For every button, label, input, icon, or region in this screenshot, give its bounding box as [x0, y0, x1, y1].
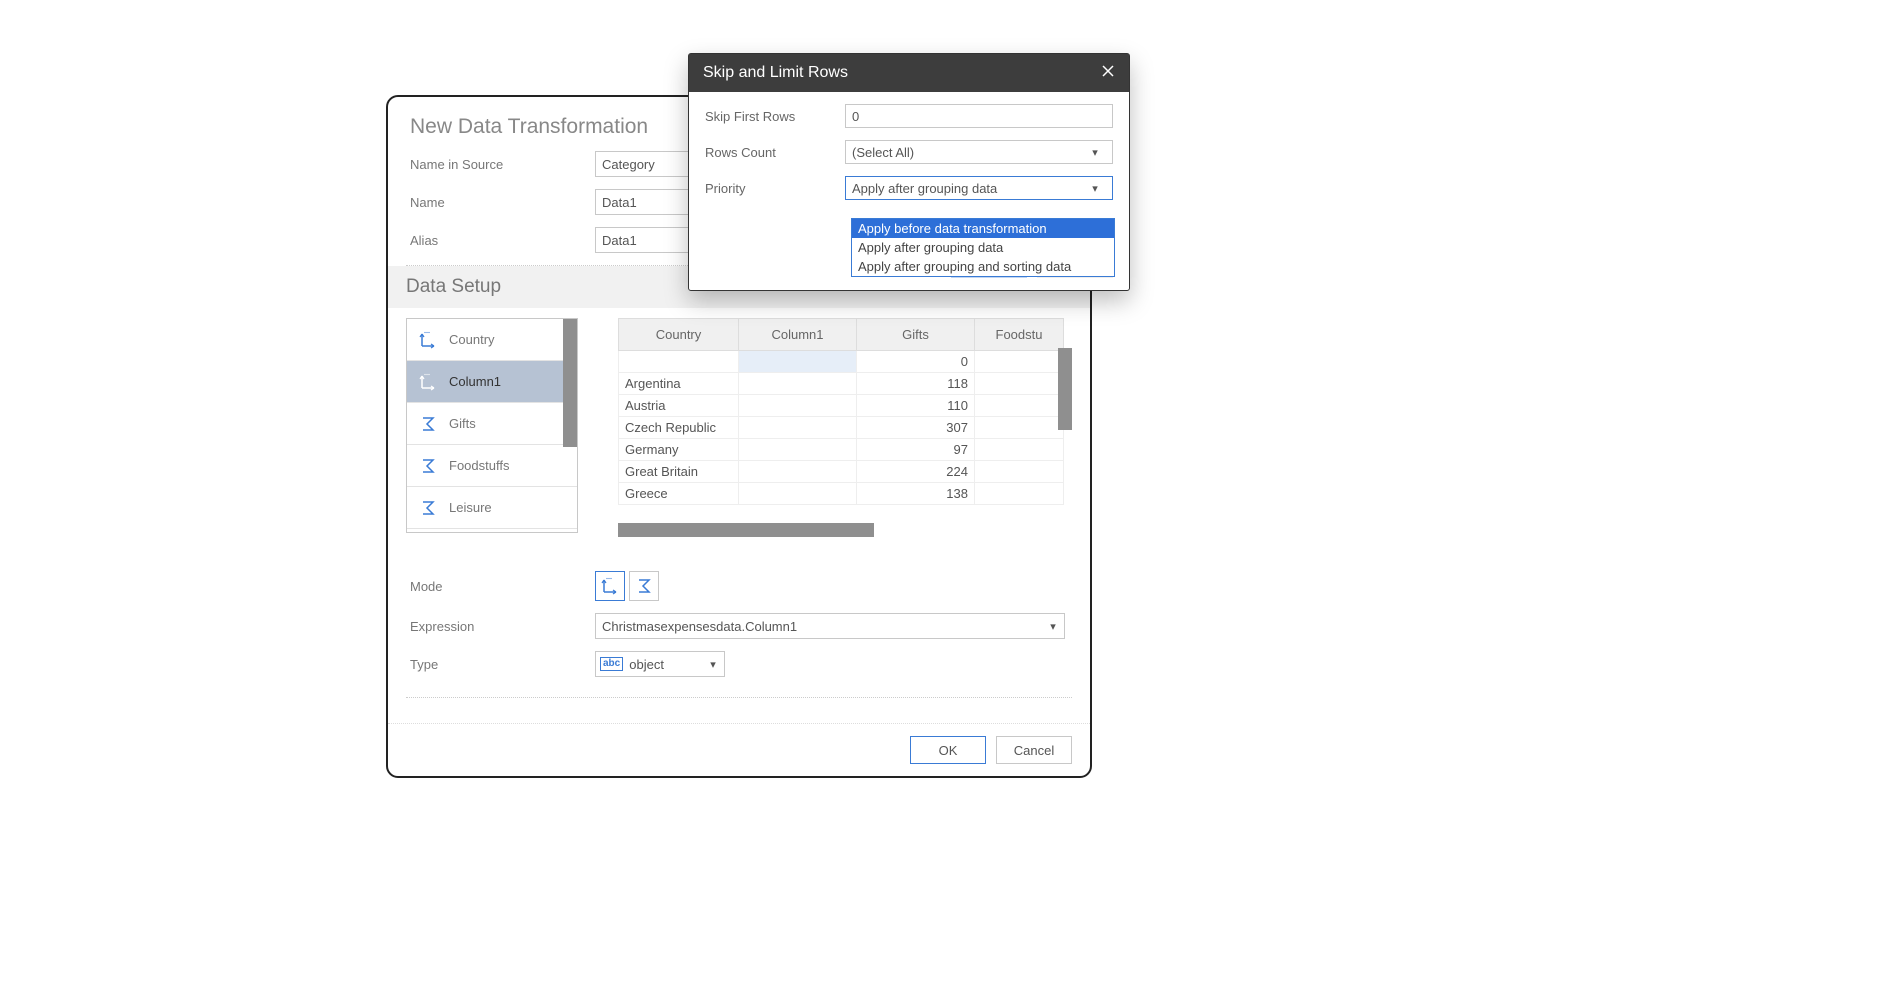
- close-icon[interactable]: [1101, 64, 1115, 82]
- mode-dimension-button[interactable]: [595, 571, 625, 601]
- column-list-label: Foodstuffs: [449, 458, 509, 473]
- table-cell[interactable]: Greece: [619, 483, 739, 505]
- column-list-item[interactable]: Column1: [407, 361, 577, 403]
- expression-combo[interactable]: Christmasexpensesdata.Column1 ▾: [595, 613, 1065, 639]
- table-cell[interactable]: 307: [857, 417, 975, 439]
- column-list-label: Gifts: [449, 416, 476, 431]
- table-cell[interactable]: [739, 439, 857, 461]
- table-cell[interactable]: [975, 351, 1064, 373]
- type-label: Type: [410, 657, 595, 672]
- priority-option[interactable]: Apply after grouping and sorting data: [852, 257, 1114, 276]
- table-cell[interactable]: 138: [857, 483, 975, 505]
- table-cell[interactable]: 0: [857, 351, 975, 373]
- priority-option[interactable]: Apply before data transformation: [852, 219, 1114, 238]
- sigma-icon: [634, 576, 654, 596]
- priority-value: Apply after grouping data: [852, 181, 997, 196]
- table-scrollbar-horizontal[interactable]: [618, 523, 874, 537]
- skip-first-rows-label: Skip First Rows: [705, 109, 835, 124]
- table-cell[interactable]: [739, 483, 857, 505]
- table-cell[interactable]: 97: [857, 439, 975, 461]
- mode-label: Mode: [410, 579, 595, 594]
- table-cell[interactable]: 224: [857, 461, 975, 483]
- chevron-down-icon[interactable]: ▾: [1042, 620, 1064, 633]
- column-list-item[interactable]: Gifts: [407, 403, 577, 445]
- priority-label: Priority: [705, 181, 835, 196]
- cancel-button[interactable]: Cancel: [996, 736, 1072, 764]
- table-row[interactable]: Great Britain 224: [619, 461, 1064, 483]
- chevron-down-icon[interactable]: ▾: [1084, 182, 1106, 195]
- dimension-icon: [600, 576, 620, 596]
- separator: [406, 697, 1072, 698]
- table-header-gifts[interactable]: Gifts: [857, 319, 975, 351]
- column-list-label: Column1: [449, 374, 501, 389]
- sigma-icon: [417, 497, 439, 519]
- table-cell[interactable]: 110: [857, 395, 975, 417]
- expression-value: Christmasexpensesdata.Column1: [596, 619, 1042, 634]
- table-scrollbar-vertical[interactable]: [1058, 348, 1072, 430]
- table-cell[interactable]: [975, 439, 1064, 461]
- table-cell[interactable]: Great Britain: [619, 461, 739, 483]
- chevron-down-icon[interactable]: ▾: [702, 658, 724, 671]
- rows-count-value: (Select All): [852, 145, 914, 160]
- table-cell[interactable]: [975, 417, 1064, 439]
- name-label: Name: [410, 195, 595, 210]
- mode-measure-button[interactable]: [629, 571, 659, 601]
- rows-count-label: Rows Count: [705, 145, 835, 160]
- table-row[interactable]: Austria 110: [619, 395, 1064, 417]
- skip-limit-dialog: Skip and Limit Rows Skip First Rows Rows…: [688, 53, 1130, 291]
- table-cell[interactable]: [739, 351, 857, 373]
- priority-dropdown: Apply before data transformation Apply a…: [851, 218, 1115, 277]
- column-list-scrollbar[interactable]: [563, 319, 577, 447]
- table-row[interactable]: Germany 97: [619, 439, 1064, 461]
- table-cell[interactable]: [739, 373, 857, 395]
- column-list-item[interactable]: Foodstuffs: [407, 445, 577, 487]
- type-combo[interactable]: abc object ▾: [595, 651, 725, 677]
- table-header-foodstu[interactable]: Foodstu: [975, 319, 1064, 351]
- alias-label: Alias: [410, 233, 595, 248]
- column-list-label: Leisure: [449, 500, 492, 515]
- sigma-icon: [417, 455, 439, 477]
- dimension-icon: [417, 371, 439, 393]
- skip-limit-title: Skip and Limit Rows: [703, 64, 848, 82]
- type-value: object: [629, 657, 696, 672]
- skip-first-rows-input[interactable]: [845, 104, 1113, 128]
- table-header-column1[interactable]: Column1: [739, 319, 857, 351]
- data-table: Country Column1 Gifts Foodstu 0Argentina…: [618, 318, 1064, 505]
- table-cell[interactable]: [739, 417, 857, 439]
- sigma-icon: [417, 413, 439, 435]
- column-list-item[interactable]: Leisure: [407, 487, 577, 529]
- table-cell[interactable]: [975, 395, 1064, 417]
- chevron-down-icon[interactable]: ▾: [1084, 146, 1106, 159]
- dimension-icon: [417, 329, 439, 351]
- table-cell[interactable]: [975, 483, 1064, 505]
- table-cell[interactable]: [975, 373, 1064, 395]
- ok-button[interactable]: OK: [910, 736, 986, 764]
- table-header-country[interactable]: Country: [619, 319, 739, 351]
- column-list: Country Column1 Gifts Foodstuffs Leisure: [406, 318, 578, 533]
- name-in-source-label: Name in Source: [410, 157, 595, 172]
- table-cell[interactable]: 118: [857, 373, 975, 395]
- table-cell[interactable]: Germany: [619, 439, 739, 461]
- data-preview: Country Column1 Gifts Foodstu 0Argentina…: [618, 318, 1072, 533]
- table-row[interactable]: Argentina 118: [619, 373, 1064, 395]
- table-cell[interactable]: Czech Republic: [619, 417, 739, 439]
- table-row[interactable]: 0: [619, 351, 1064, 373]
- column-list-label: Country: [449, 332, 495, 347]
- table-cell[interactable]: [739, 461, 857, 483]
- table-row[interactable]: Greece 138: [619, 483, 1064, 505]
- table-row[interactable]: Czech Republic 307: [619, 417, 1064, 439]
- column-list-item[interactable]: Country: [407, 319, 577, 361]
- table-cell[interactable]: [975, 461, 1064, 483]
- table-cell[interactable]: Austria: [619, 395, 739, 417]
- table-cell[interactable]: [739, 395, 857, 417]
- table-cell[interactable]: [619, 351, 739, 373]
- rows-count-combo[interactable]: (Select All) ▾: [845, 140, 1113, 164]
- priority-combo[interactable]: Apply after grouping data ▾: [845, 176, 1113, 200]
- table-cell[interactable]: Argentina: [619, 373, 739, 395]
- expression-label: Expression: [410, 619, 595, 634]
- priority-option[interactable]: Apply after grouping data: [852, 238, 1114, 257]
- abc-icon: abc: [600, 657, 623, 671]
